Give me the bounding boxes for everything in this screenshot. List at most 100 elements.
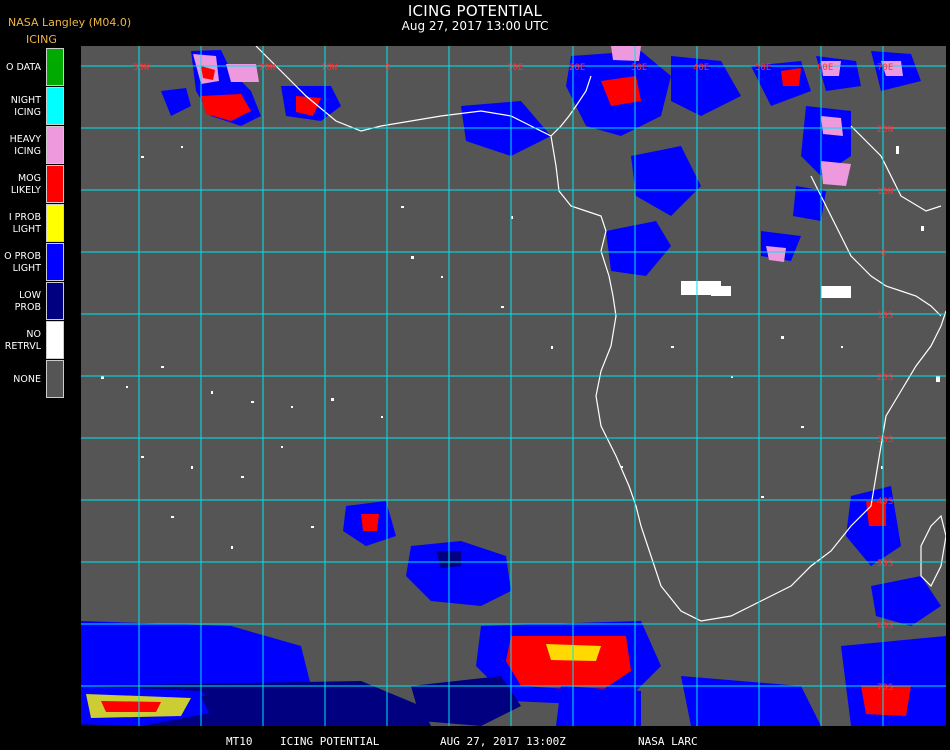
legend-label: I PROB LIGHT <box>8 211 41 235</box>
speckle <box>291 406 293 408</box>
legend-item-no-data: O DATA <box>0 48 70 87</box>
legend-swatch <box>46 204 64 242</box>
footer-bar: MT10 ICING POTENTIAL AUG 27, 2017 13:00Z… <box>0 735 950 750</box>
legend-swatch <box>46 126 64 164</box>
legend-item-night-icing: NIGHT ICING <box>0 87 70 126</box>
lat-label: 10N <box>877 187 893 197</box>
lat-label: 70S <box>877 683 893 693</box>
lat-label: 40S <box>877 497 893 507</box>
lon-label: 0 <box>385 63 390 73</box>
legend-item-no-retrvl: NO RETRVL <box>0 321 70 360</box>
arabia-coast <box>850 125 942 212</box>
legend-item-mog-likely: MOG LIKELY <box>0 165 70 204</box>
product-label: ICING <box>26 33 57 46</box>
speckle <box>671 346 674 348</box>
icing-area <box>101 701 161 712</box>
icing-area <box>871 576 941 626</box>
map-canvas: 30W 20W 10W 0 10E 20E 30E 40E 50E 60E 70… <box>81 46 946 726</box>
madagascar-coast <box>920 514 946 588</box>
icing-area <box>821 116 843 136</box>
icing-area <box>411 676 521 726</box>
speckle <box>441 276 443 278</box>
speckle <box>401 206 404 208</box>
footer-datetime: AUG 27, 2017 13:00Z <box>440 735 566 748</box>
icing-area <box>161 88 191 116</box>
speckle <box>381 416 383 418</box>
icing-area <box>766 246 786 262</box>
lon-label: 50E <box>755 63 771 73</box>
icing-area <box>606 221 671 276</box>
icing-area <box>506 636 631 691</box>
icing-area <box>821 161 851 186</box>
speckle <box>231 546 233 549</box>
speckle <box>936 376 940 382</box>
footer-id: MT10 <box>226 735 253 748</box>
lon-label: 20W <box>259 63 276 73</box>
lon-label: 30E <box>631 63 647 73</box>
icing-area <box>81 621 311 686</box>
footer-product: ICING POTENTIAL <box>280 735 380 748</box>
speckle <box>921 226 924 231</box>
legend-label: HEAVY ICING <box>9 133 41 157</box>
speckle <box>711 286 731 296</box>
icing-map: 30W 20W 10W 0 10E 20E 30E 40E 50E 60E 70… <box>81 46 946 726</box>
speckle <box>411 256 414 259</box>
lon-label: 20E <box>569 63 585 73</box>
speckle <box>281 446 283 448</box>
lat-label: 30S <box>877 435 893 445</box>
lat-label: 0 <box>881 249 886 259</box>
speckle <box>801 426 804 428</box>
legend-item-hi-prob-light: I PROB LIGHT <box>0 204 70 243</box>
legend-item-low-prob: LOW PROB <box>0 282 70 321</box>
speckle <box>181 146 183 148</box>
legend-swatch <box>46 360 64 398</box>
legend-label: O PROB LIGHT <box>4 250 41 274</box>
speckle <box>241 476 244 478</box>
legend-label: O DATA <box>6 61 41 73</box>
lat-label: 20S <box>877 373 893 383</box>
speckle <box>211 391 213 394</box>
icing-area <box>781 68 801 86</box>
speckle <box>841 346 843 348</box>
grid-labels: 30W 20W 10W 0 10E 20E 30E 40E 50E 60E 70… <box>133 63 893 693</box>
legend-item-none: NONE <box>0 360 70 399</box>
speckle <box>191 466 193 469</box>
map-title: ICING POTENTIAL <box>407 2 543 20</box>
map-timestamp: Aug 27, 2017 13:00 UTC <box>401 19 549 33</box>
speckle <box>896 146 899 154</box>
legend-item-lo-prob-light: O PROB LIGHT <box>0 243 70 282</box>
lon-label: 10E <box>507 63 523 73</box>
icing-area <box>406 541 511 606</box>
lat-label: 60S <box>877 621 893 631</box>
icing-area <box>361 514 379 531</box>
footer-source: NASA LARC <box>638 735 698 748</box>
icing-area <box>631 146 701 216</box>
lon-label: 10W <box>321 63 338 73</box>
speckle <box>761 496 764 498</box>
legend-label: NONE <box>13 373 41 385</box>
legend-swatch <box>46 243 64 281</box>
legend-swatch <box>46 321 64 359</box>
legend-label: NIGHT ICING <box>10 94 41 118</box>
legend-swatch <box>46 87 64 125</box>
speckle <box>161 366 164 368</box>
lon-label: 60E <box>817 63 833 73</box>
speckle <box>311 526 314 528</box>
speckle <box>551 346 553 349</box>
legend-swatch <box>46 165 64 203</box>
speckle <box>126 386 128 388</box>
legend-label: LOW PROB <box>14 289 41 313</box>
lat-label: 50S <box>877 559 893 569</box>
legend-label: MOG LIKELY <box>10 172 41 196</box>
speckle <box>331 398 334 401</box>
icing-area <box>201 696 291 718</box>
legend-item-heavy-icing: HEAVY ICING <box>0 126 70 165</box>
icing-area <box>226 64 259 82</box>
icing-area <box>556 686 641 726</box>
legend-swatch <box>46 48 64 86</box>
legend-label: NO RETRVL <box>4 328 41 352</box>
speckle <box>141 456 144 458</box>
speckle <box>781 336 784 339</box>
icing-area <box>611 46 641 61</box>
speckle <box>251 401 254 403</box>
